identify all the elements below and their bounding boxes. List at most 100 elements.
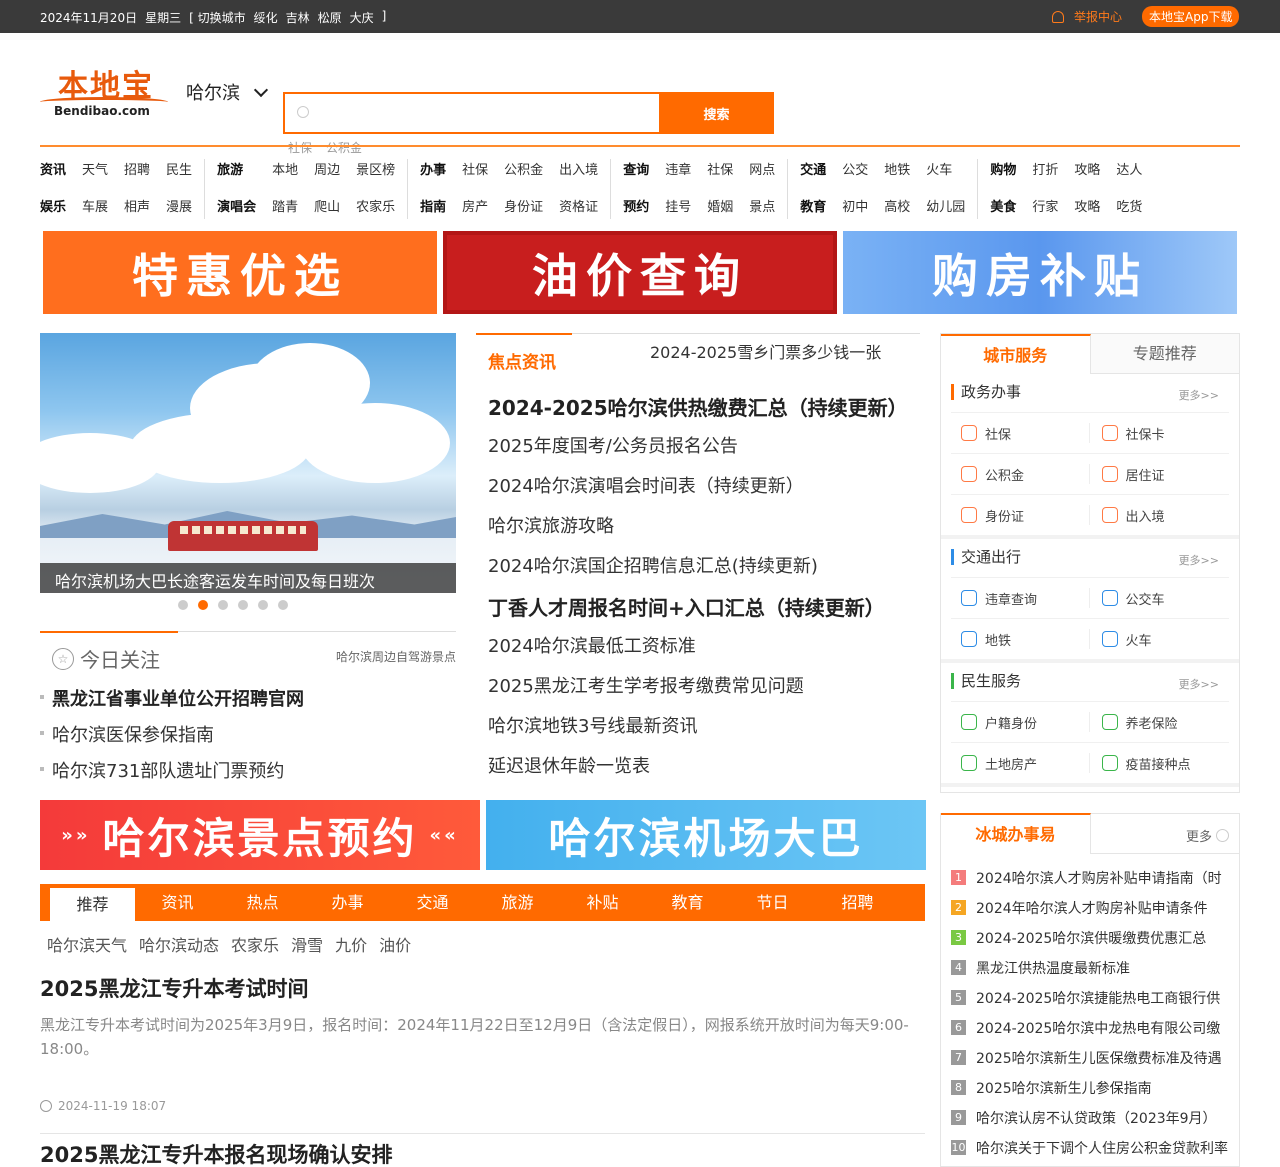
service-item[interactable]: 火车 — [1090, 619, 1230, 659]
service-item[interactable]: 违章查询 — [951, 588, 1090, 608]
list-item[interactable]: 9 哈尔滨认房不认贷政策（2023年9月） — [951, 1108, 1239, 1138]
image-slider[interactable]: 哈尔滨机场大巴长途客运发车时间及每日班次 — [40, 333, 456, 593]
tab-topics[interactable]: 专题推荐 — [1090, 334, 1239, 374]
content-tab[interactable]: 教育 — [645, 884, 730, 921]
list-item[interactable]: 6 2024-2025哈尔滨中龙热电有限公司缴 — [951, 1018, 1239, 1048]
news-link[interactable]: 2024哈尔滨演唱会时间表（持续更新） — [488, 472, 908, 512]
nav-link[interactable]: 资格证 — [559, 196, 598, 219]
service-item[interactable]: 养老保险 — [1090, 702, 1230, 742]
search-input[interactable] — [283, 92, 659, 134]
nav-link[interactable]: 招聘 — [124, 159, 150, 182]
nav-link[interactable]: 购物 — [990, 159, 1016, 182]
nav-link[interactable]: 交通 — [800, 159, 826, 182]
slider-dot[interactable] — [198, 600, 208, 610]
nav-link[interactable]: 相声 — [124, 196, 150, 219]
content-tab[interactable]: 资讯 — [135, 884, 220, 921]
sub-tag[interactable]: 油价 — [379, 932, 411, 956]
search-button[interactable]: 搜索 — [659, 92, 774, 134]
nav-link[interactable]: 漫展 — [166, 196, 192, 219]
slider-dot[interactable] — [278, 600, 288, 610]
service-item[interactable]: 居住证 — [1090, 454, 1230, 494]
nav-link[interactable]: 出入境 — [559, 159, 598, 182]
nav-link[interactable]: 车展 — [82, 196, 108, 219]
nav-link[interactable]: 爬山 — [314, 196, 340, 219]
sub-tag[interactable]: 哈尔滨天气 — [47, 932, 127, 956]
news-link[interactable]: 哈尔滨旅游攻略 — [488, 512, 908, 552]
city-link[interactable]: 绥化 — [254, 9, 278, 26]
nav-link[interactable]: 查询 — [623, 159, 649, 182]
news-link[interactable]: 延迟退休年龄一览表 — [488, 752, 908, 792]
slider-caption[interactable]: 哈尔滨机场大巴长途客运发车时间及每日班次 — [40, 563, 456, 593]
nav-link[interactable]: 高校 — [884, 196, 910, 219]
service-item[interactable]: 出入境 — [1090, 495, 1230, 535]
news-link[interactable]: 丁香人才周报名时间+入口汇总（持续更新） — [488, 592, 908, 632]
nav-link[interactable]: 旅游 — [217, 159, 256, 182]
nav-link[interactable]: 周边 — [314, 159, 340, 182]
nav-link[interactable]: 攻略 — [1074, 196, 1100, 219]
nav-link[interactable]: 初中 — [842, 196, 868, 219]
sub-tag[interactable]: 滑雪 — [291, 932, 323, 956]
nav-link[interactable]: 达人 — [1116, 159, 1142, 182]
news-link[interactable]: 2024哈尔滨国企招聘信息汇总(持续更新) — [488, 552, 908, 592]
city-selector[interactable]: 哈尔滨 — [186, 79, 269, 105]
sub-tag[interactable]: 九价 — [335, 932, 367, 956]
nav-link[interactable]: 教育 — [800, 196, 826, 219]
hot-word[interactable]: 社保 — [288, 139, 312, 156]
nav-link[interactable]: 公积金 — [504, 159, 543, 182]
nav-link[interactable]: 房产 — [462, 196, 488, 219]
list-item[interactable]: 4 黑龙江供热温度最新标准 — [951, 958, 1239, 988]
list-item[interactable]: 2 2024年哈尔滨人才购房补贴申请条件 — [951, 898, 1239, 928]
ice-more-link[interactable]: 更多 — [1186, 826, 1229, 845]
content-tab[interactable]: 旅游 — [475, 884, 560, 921]
nav-link[interactable]: 景点 — [749, 196, 775, 219]
list-item[interactable]: 5 2024-2025哈尔滨捷能热电工商银行供 — [951, 988, 1239, 1018]
switch-city-label[interactable]: [ 切换城市 — [189, 9, 246, 26]
hot-word[interactable]: 公积金 — [326, 139, 362, 156]
nav-link[interactable]: 景区榜 — [356, 159, 395, 182]
sub-tag[interactable]: 哈尔滨动态 — [139, 932, 219, 956]
list-item[interactable]: 哈尔滨731部队遗址门票预约 — [40, 757, 456, 793]
nav-link[interactable]: 民生 — [166, 159, 192, 182]
slider-dot[interactable] — [218, 600, 228, 610]
news-link[interactable]: 2025年度国考/公务员报名公告 — [488, 432, 908, 472]
banner-special-offer[interactable]: 特惠优选 — [43, 231, 437, 314]
slider-dot[interactable] — [178, 600, 188, 610]
list-item[interactable]: 1 2024哈尔滨人才购房补贴申请指南（时 — [951, 868, 1239, 898]
nav-link[interactable]: 火车 — [926, 159, 965, 182]
content-tab[interactable]: 补贴 — [560, 884, 645, 921]
nav-link[interactable]: 打折 — [1032, 159, 1058, 182]
nav-link[interactable]: 挂号 — [665, 196, 691, 219]
nav-link[interactable]: 吃货 — [1116, 196, 1142, 219]
news-link[interactable]: 哈尔滨地铁3号线最新资讯 — [488, 712, 908, 752]
article-title[interactable]: 2025黑龙江专升本考试时间 — [40, 973, 925, 1003]
nav-link[interactable]: 指南 — [420, 196, 446, 219]
list-item[interactable]: 10 哈尔滨关于下调个人住房公积金贷款利率 — [951, 1138, 1239, 1167]
content-tab[interactable]: 办事 — [305, 884, 390, 921]
banner-oil-price[interactable]: 油价查询 — [443, 231, 837, 314]
article-title[interactable]: 2025黑龙江专升本报名现场确认安排 — [40, 1139, 925, 1167]
logo[interactable]: 本地宝 Bendibao.com — [40, 61, 170, 121]
nav-link[interactable]: 社保 — [462, 159, 488, 182]
nav-link[interactable]: 社保 — [707, 159, 733, 182]
nav-link[interactable]: 地铁 — [884, 159, 910, 182]
nav-link[interactable]: 美食 — [990, 196, 1016, 219]
nav-link[interactable]: 踏青 — [272, 196, 298, 219]
city-link[interactable]: 吉林 — [286, 9, 310, 26]
service-item[interactable]: 公交车 — [1090, 578, 1230, 618]
report-center-link[interactable]: 举报中心 — [1052, 8, 1122, 25]
more-link[interactable]: 更多>> — [1179, 387, 1219, 403]
slider-dot[interactable] — [258, 600, 268, 610]
list-item[interactable]: 8 2025哈尔滨新生儿参保指南 — [951, 1078, 1239, 1108]
slider-dot[interactable] — [238, 600, 248, 610]
service-item[interactable]: 户籍身份 — [951, 712, 1090, 732]
nav-link[interactable]: 娱乐 — [40, 196, 66, 219]
nav-link[interactable]: 演唱会 — [217, 196, 256, 219]
service-item[interactable]: 土地房产 — [951, 753, 1090, 773]
service-item[interactable]: 社保卡 — [1090, 413, 1230, 453]
nav-link[interactable]: 本地 — [272, 159, 298, 182]
list-item[interactable]: 7 2025哈尔滨新生儿医保缴费标准及待遇 — [951, 1048, 1239, 1078]
city-link[interactable]: 松原 — [318, 9, 342, 26]
nav-link[interactable]: 攻略 — [1074, 159, 1100, 182]
nav-link[interactable]: 办事 — [420, 159, 446, 182]
content-tab[interactable]: 招聘 — [815, 884, 900, 921]
